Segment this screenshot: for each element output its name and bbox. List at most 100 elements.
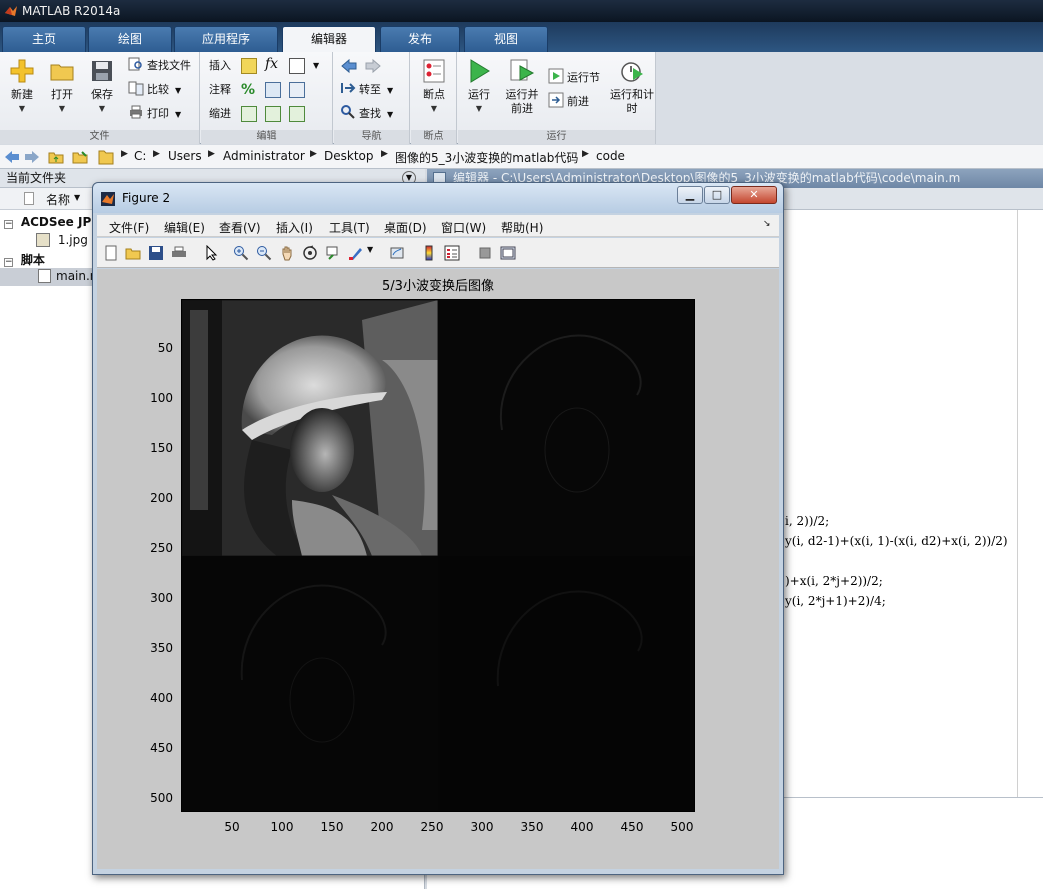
- tab-apps[interactable]: 应用程序: [174, 26, 278, 52]
- back-arrow-icon[interactable]: [4, 149, 20, 165]
- menu-help[interactable]: 帮助(H): [501, 219, 543, 236]
- pan-hand-icon[interactable]: [279, 245, 295, 261]
- run-section-button[interactable]: 运行节: [548, 68, 600, 88]
- breadcrumb-desktop[interactable]: Desktop: [324, 149, 374, 163]
- y-tick-label: 400: [150, 691, 173, 705]
- menu-tools[interactable]: 工具(T): [329, 219, 370, 236]
- zoom-out-icon[interactable]: [256, 245, 272, 261]
- fx-icon[interactable]: fx: [265, 54, 278, 74]
- plot-title: 5/3小波变换后图像: [382, 279, 494, 294]
- zoom-in-icon[interactable]: [233, 245, 249, 261]
- code-line[interactable]: i, 2))/2;: [785, 514, 829, 528]
- wrap-comment-icon[interactable]: [289, 82, 305, 98]
- increase-indent-icon[interactable]: [265, 106, 281, 122]
- uncomment-icon[interactable]: [265, 82, 281, 98]
- insert-function-icon[interactable]: [289, 58, 305, 74]
- menu-window[interactable]: 窗口(W): [441, 219, 486, 236]
- tab-home[interactable]: 主页: [2, 26, 86, 52]
- group-title-file: 文件: [89, 131, 110, 142]
- run-advance-button[interactable]: 运行并前进: [502, 58, 542, 116]
- find-button[interactable]: 查找 ▼: [340, 104, 393, 124]
- hide-plot-tools-icon[interactable]: [477, 245, 493, 261]
- up-folder-icon[interactable]: [48, 149, 64, 165]
- browse-folder-icon[interactable]: [72, 149, 88, 165]
- find-files-button[interactable]: 查找文件: [128, 56, 191, 76]
- show-plot-tools-icon[interactable]: [500, 245, 516, 261]
- breadcrumb-code[interactable]: code: [596, 149, 625, 163]
- run-section-icon: [548, 68, 564, 84]
- menu-view[interactable]: 查看(V): [219, 219, 261, 236]
- matlab-logo-icon: [101, 192, 115, 206]
- run-button[interactable]: 运行 ▼: [459, 58, 499, 116]
- brush-dropdown-icon[interactable]: ▼: [367, 245, 375, 261]
- new-button[interactable]: 新建 ▼: [2, 58, 42, 116]
- maximize-button[interactable]: □: [704, 186, 730, 204]
- minimize-button[interactable]: ▁: [677, 186, 703, 204]
- legend-icon[interactable]: [444, 245, 460, 261]
- goto-button[interactable]: 转至 ▼: [340, 80, 393, 100]
- figure-title-bar[interactable]: Figure 2 ▁ □ ✕: [93, 183, 783, 213]
- insert-label[interactable]: 插入: [209, 56, 231, 76]
- compare-button[interactable]: 比较 ▼: [128, 80, 181, 100]
- rotate-3d-icon[interactable]: [302, 245, 318, 261]
- x-tick-label: 500: [670, 820, 694, 834]
- code-line[interactable]: )+x(i, 2*j+2))/2;: [785, 574, 883, 588]
- breakpoints-icon: [423, 59, 445, 83]
- print-button[interactable]: 打印 ▼: [128, 104, 181, 124]
- find-files-icon: [128, 57, 142, 71]
- brush-icon[interactable]: [348, 245, 364, 261]
- insert-section-icon[interactable]: [241, 58, 257, 74]
- breakpoints-button[interactable]: 断点 ▼: [414, 58, 454, 116]
- x-tick-label: 400: [570, 820, 594, 834]
- colorbar-icon[interactable]: [421, 245, 437, 261]
- breadcrumb-administrator[interactable]: Administrator: [223, 149, 305, 163]
- link-plot-icon[interactable]: [389, 245, 405, 261]
- menu-edit[interactable]: 编辑(E): [164, 219, 205, 236]
- collapse-icon[interactable]: −: [4, 258, 13, 267]
- code-line[interactable]: y(i, 2*j+1)+2)/4;: [785, 594, 886, 608]
- tree-group-acdsee[interactable]: − ACDSee JPE: [4, 215, 99, 229]
- breadcrumb-users[interactable]: Users: [168, 149, 202, 163]
- indent-label[interactable]: 缩进: [209, 104, 231, 124]
- tab-publish[interactable]: 发布: [380, 26, 460, 52]
- tree-group-scripts[interactable]: − 脚本: [4, 251, 45, 268]
- column-name[interactable]: 名称: [46, 191, 70, 208]
- figure-menu-bar: 文件(F) 编辑(E) 查看(V) 插入(I) 工具(T) 桌面(D) 窗口(W…: [97, 215, 779, 237]
- smart-indent-icon[interactable]: [241, 106, 257, 122]
- code-line[interactable]: y(i, d2-1)+(x(i, 1)-(x(i, d2)+x(i, 2))/2…: [785, 534, 1008, 548]
- wavelet-subband-image: [182, 300, 694, 811]
- percent-comment-icon[interactable]: %: [241, 80, 255, 100]
- open-file-icon[interactable]: [125, 245, 141, 261]
- comment-label[interactable]: 注释: [209, 80, 231, 100]
- save-button[interactable]: 保存 ▼: [82, 58, 122, 116]
- tab-view[interactable]: 视图: [464, 26, 548, 52]
- menu-desktop[interactable]: 桌面(D): [384, 219, 427, 236]
- tab-plots[interactable]: 绘图: [88, 26, 172, 52]
- file-item-1jpg[interactable]: 1.jpg: [36, 233, 88, 247]
- print-figure-icon[interactable]: [171, 245, 187, 261]
- close-button[interactable]: ✕: [731, 186, 777, 204]
- app-title: MATLAB R2014a: [22, 4, 121, 18]
- save-figure-icon[interactable]: [148, 245, 164, 261]
- pointer-icon[interactable]: [203, 245, 219, 261]
- new-figure-icon[interactable]: [103, 245, 119, 261]
- image-axes[interactable]: [181, 299, 695, 812]
- menu-dock-icon[interactable]: ↘: [763, 219, 771, 229]
- decrease-indent-icon[interactable]: [289, 106, 305, 122]
- collapse-icon[interactable]: −: [4, 220, 13, 229]
- data-cursor-icon[interactable]: [325, 245, 341, 261]
- breadcrumb-c[interactable]: C:: [134, 149, 146, 163]
- menu-insert[interactable]: 插入(I): [276, 219, 313, 236]
- back-arrow-icon[interactable]: [340, 58, 358, 74]
- menu-file[interactable]: 文件(F): [109, 219, 149, 236]
- breadcrumb-project-folder[interactable]: 图像的5_3小波变换的matlab代码: [395, 149, 578, 166]
- tab-editor[interactable]: 编辑器: [282, 26, 376, 53]
- figure-window: Figure 2 ▁ □ ✕ 文件(F) 编辑(E) 查看(V) 插入(I) 工…: [92, 182, 784, 875]
- forward-arrow-icon[interactable]: [364, 58, 382, 74]
- run-and-time-button[interactable]: 运行和计时: [610, 58, 654, 116]
- forward-arrow-icon[interactable]: [24, 149, 40, 165]
- open-button[interactable]: 打开 ▼: [42, 58, 82, 116]
- ribbon: 新建 ▼ 打开 ▼ 保存 ▼ 查找文件 比较 ▼ 打印 ▼ 文件 插入 注释 缩…: [0, 52, 1043, 144]
- advance-button[interactable]: 前进: [548, 92, 589, 112]
- insert-dropdown-icon[interactable]: ▼: [313, 56, 319, 76]
